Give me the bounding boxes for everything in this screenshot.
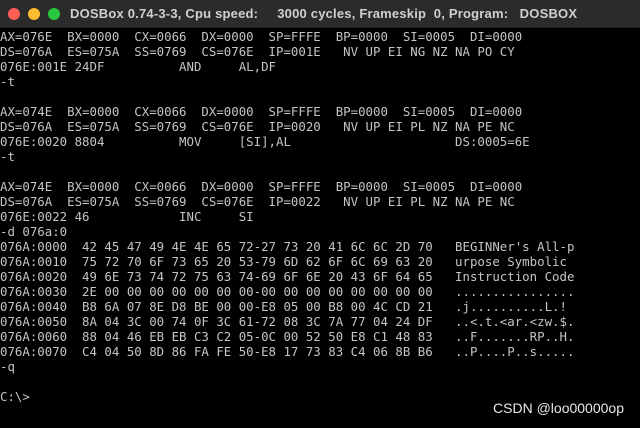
hexdump-line: 076A:0070 C4 04 50 8D 86 FA FE 50-E8 17 … [0,344,575,359]
close-icon[interactable] [8,8,20,20]
console-line: AX=074E BX=0000 CX=0066 DX=0000 SP=FFFE … [0,104,523,119]
console-line: -q [0,359,15,374]
console-line: 076E:0022 46 INC SI [0,209,254,224]
hexdump-line: 076A:0020 49 6E 73 74 72 75 63 74-69 6F … [0,269,575,284]
console-line: -d 076a:0 [0,224,68,239]
dos-console[interactable]: AX=076E BX=0000 CX=0066 DX=0000 SP=FFFE … [0,29,640,428]
console-line: 076E:001E 24DF AND AL,DF [0,59,277,74]
maximize-icon[interactable] [48,8,60,20]
console-line: -t [0,74,15,89]
console-line: AX=074E BX=0000 CX=0066 DX=0000 SP=FFFE … [0,179,523,194]
window-controls [8,8,60,20]
console-line: DS=076A ES=075A SS=0769 CS=076E IP=001E … [0,44,515,59]
console-line: 076E:0020 8804 MOV [SI],AL DS:0005=6E [0,134,530,149]
hexdump-line: 076A:0010 75 72 70 6F 73 65 20 53-79 6D … [0,254,567,269]
command-prompt[interactable]: C:\> [0,389,30,404]
hexdump-line: 076A:0030 2E 00 00 00 00 00 00 00-00 00 … [0,284,575,299]
watermark: CSDN @loo00000op [493,400,624,416]
hexdump-line: 076A:0060 88 04 46 EB EB C3 C2 05-0C 00 … [0,329,575,344]
minimize-icon[interactable] [28,8,40,20]
console-line: AX=076E BX=0000 CX=0066 DX=0000 SP=FFFE … [0,29,523,44]
hexdump-line: 076A:0040 B8 6A 07 8E D8 BE 00 00-E8 05 … [0,299,567,314]
console-line: DS=076A ES=075A SS=0769 CS=076E IP=0022 … [0,194,515,209]
title-bar: DOSBox 0.74-3-3, Cpu speed: 3000 cycles,… [0,0,640,28]
window-title: DOSBox 0.74-3-3, Cpu speed: 3000 cycles,… [70,6,578,21]
hexdump-line: 076A:0000 42 45 47 49 4E 4E 65 72-27 73 … [0,239,575,254]
hexdump-line: 076A:0050 8A 04 3C 00 74 0F 3C 61-72 08 … [0,314,575,329]
console-line: -t [0,149,15,164]
console-line: DS=076A ES=075A SS=0769 CS=076E IP=0020 … [0,119,515,134]
